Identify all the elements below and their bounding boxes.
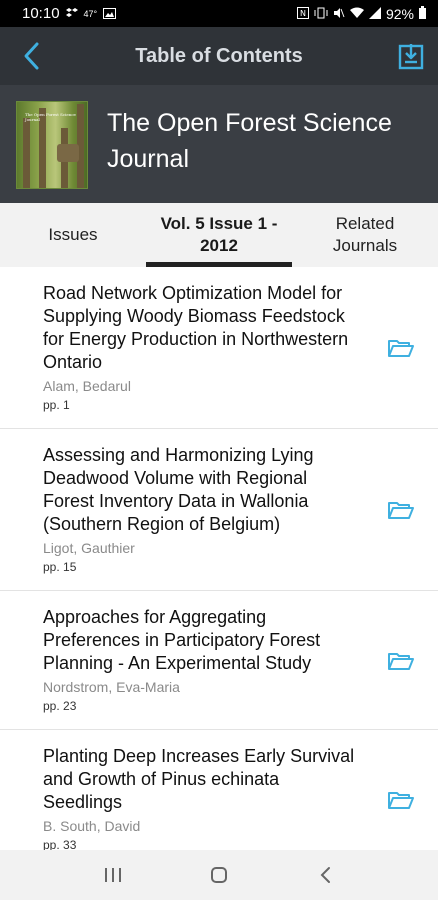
article-title: Road Network Optimization Model for Supp… bbox=[43, 283, 349, 372]
article-pages: pp. 23 bbox=[43, 699, 77, 713]
folder-open-icon bbox=[388, 653, 414, 670]
battery-icon bbox=[419, 5, 426, 22]
nav-back-icon bbox=[320, 867, 330, 883]
article-pages: pp. 15 bbox=[43, 560, 77, 574]
article-title: Planting Deep Increases Early Survival a… bbox=[43, 746, 355, 812]
tab-current-issue[interactable]: Vol. 5 Issue 1 - 2012 bbox=[146, 203, 292, 267]
recents-button[interactable] bbox=[93, 855, 133, 895]
article-author: B. South, David bbox=[43, 818, 141, 834]
tab-label: Issues bbox=[48, 225, 98, 244]
tab-issues[interactable]: Issues bbox=[0, 203, 146, 267]
battery-percent: 92% bbox=[385, 5, 414, 22]
open-folder-button[interactable] bbox=[386, 788, 416, 812]
mute-icon bbox=[333, 6, 345, 22]
article-item[interactable]: Assessing and Harmonizing Lying Deadwood… bbox=[0, 429, 438, 591]
article-pages: pp. 33 bbox=[43, 838, 77, 850]
article-list[interactable]: Road Network Optimization Model for Supp… bbox=[0, 267, 438, 850]
image-icon bbox=[103, 6, 117, 22]
tab-related-journals[interactable]: Related Journals bbox=[292, 203, 438, 267]
home-icon bbox=[211, 867, 227, 883]
article-author: Ligot, Gauthier bbox=[43, 540, 135, 556]
article-author: Nordstrom, Eva-Maria bbox=[43, 679, 180, 695]
journal-cover-image: The Open Forest Science Journal bbox=[16, 101, 88, 189]
download-button[interactable] bbox=[394, 38, 428, 74]
recents-icon bbox=[105, 868, 121, 882]
download-icon bbox=[398, 44, 424, 70]
tab-label: Vol. 5 Issue 1 - 2012 bbox=[160, 214, 278, 255]
home-button[interactable] bbox=[199, 855, 239, 895]
open-folder-button[interactable] bbox=[386, 336, 416, 360]
article-title: Assessing and Harmonizing Lying Deadwood… bbox=[43, 445, 314, 534]
dropbox-icon bbox=[65, 6, 78, 22]
folder-open-icon bbox=[388, 502, 414, 519]
back-button[interactable] bbox=[16, 37, 46, 75]
app-bar: Table of Contents bbox=[0, 27, 438, 85]
nfc-icon: N bbox=[296, 6, 309, 22]
nav-back-button[interactable] bbox=[305, 855, 345, 895]
article-item[interactable]: Approaches for Aggregating Preferences i… bbox=[0, 591, 438, 730]
back-arrow-icon bbox=[24, 42, 39, 70]
status-time: 10:10 bbox=[22, 5, 60, 22]
vibrate-icon bbox=[314, 6, 328, 22]
journal-header: The Open Forest Science Journal The Open… bbox=[0, 85, 438, 203]
open-folder-button[interactable] bbox=[386, 498, 416, 522]
status-bar: 10:10 47° N 92% bbox=[0, 0, 438, 27]
system-nav-bar bbox=[0, 850, 438, 900]
journal-title: The Open Forest Science Journal bbox=[107, 109, 392, 173]
article-pages: pp. 1 bbox=[43, 398, 70, 412]
article-author: Alam, Bedarul bbox=[43, 378, 131, 394]
tab-label: Related Journals bbox=[332, 214, 398, 255]
svg-text:N: N bbox=[300, 9, 306, 18]
signal-icon bbox=[368, 6, 381, 22]
temperature: 47° bbox=[83, 8, 98, 19]
folder-open-icon bbox=[388, 792, 414, 809]
article-title: Approaches for Aggregating Preferences i… bbox=[43, 607, 321, 673]
folder-open-icon bbox=[388, 340, 414, 357]
tab-bar: Issues Vol. 5 Issue 1 - 2012 Related Jou… bbox=[0, 203, 438, 267]
wifi-icon bbox=[349, 6, 364, 22]
open-folder-button[interactable] bbox=[386, 649, 416, 673]
article-item[interactable]: Planting Deep Increases Early Survival a… bbox=[0, 730, 438, 850]
article-item[interactable]: Road Network Optimization Model for Supp… bbox=[0, 267, 438, 429]
cover-title: The Open Forest Science Journal bbox=[25, 112, 76, 122]
page-title: Table of Contents bbox=[135, 44, 303, 67]
